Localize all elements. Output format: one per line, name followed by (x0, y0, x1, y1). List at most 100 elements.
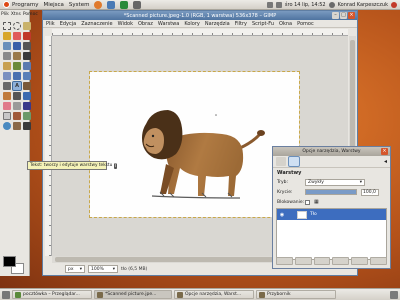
blur-icon[interactable] (3, 122, 11, 130)
mail-launcher-icon[interactable] (107, 0, 116, 9)
text-tool-icon[interactable]: A (12, 81, 22, 91)
menu-obraz[interactable]: Obraz (138, 21, 153, 27)
chain-icon[interactable] (288, 212, 294, 218)
blend-icon[interactable] (3, 92, 11, 100)
perspective-icon[interactable] (23, 72, 31, 80)
menu-okna[interactable]: Okna (279, 21, 292, 27)
color-picker-icon[interactable] (23, 42, 31, 50)
dodge-burn-icon[interactable] (23, 122, 31, 130)
layer-list[interactable]: ◉ Tło (276, 208, 387, 260)
tab-layers[interactable] (288, 156, 300, 167)
unit-select[interactable]: px ▾ (65, 265, 85, 273)
mode-value: Zwykły (308, 179, 324, 185)
crop-icon[interactable] (13, 62, 21, 70)
network-icon[interactable] (266, 1, 273, 8)
foreground-color-swatch[interactable] (3, 256, 16, 267)
menu-widok[interactable]: Widok (118, 21, 133, 27)
bucket-fill-icon[interactable] (23, 82, 31, 90)
task-scanned-picture[interactable]: *Scanned picture.jpe... (94, 290, 172, 299)
menu-programy[interactable]: Programy (3, 1, 38, 8)
task-pocztowka[interactable]: pocztówka – Przeglądar... (12, 290, 92, 299)
scale-icon[interactable] (3, 72, 11, 80)
minimize-icon[interactable]: – (332, 12, 339, 19)
show-desktop-icon[interactable] (2, 290, 10, 299)
mode-select[interactable]: Zwykły ▾ (305, 178, 365, 186)
ink-icon[interactable] (23, 102, 31, 110)
flip-icon[interactable] (3, 82, 11, 90)
smudge-icon[interactable] (13, 122, 21, 130)
perspective-clone-icon[interactable] (23, 112, 31, 120)
menu-system[interactable]: System (69, 2, 90, 8)
lock-alpha-checkbox[interactable] (305, 199, 310, 205)
zoom-icon[interactable] (3, 52, 11, 60)
rect-select-icon[interactable] (3, 22, 11, 30)
align-icon[interactable] (3, 62, 11, 70)
fuzzy-select-icon[interactable] (3, 32, 11, 40)
new-layer-button[interactable] (276, 257, 293, 265)
opacity-slider-fill (306, 190, 356, 194)
lower-layer-button[interactable] (313, 257, 331, 265)
zoom-select[interactable]: 100% ▾ (88, 265, 118, 273)
rotate-icon[interactable] (23, 62, 31, 70)
visibility-eye-icon[interactable]: ◉ (279, 212, 285, 218)
menu-narzedzia[interactable]: Narzędzia (205, 21, 230, 27)
toolbox-menu-xtns[interactable]: Xtns (11, 12, 21, 17)
user-name[interactable]: Konrad Karpeszczuk (338, 2, 388, 8)
task-layers-dialog[interactable]: Opcje narzędzia, Warst... (174, 290, 254, 299)
menu-zaznaczenie[interactable]: Zaznaczenie (81, 21, 112, 27)
image-canvas[interactable] (89, 71, 300, 218)
layer-name[interactable]: Tło (310, 212, 317, 217)
toolbox-menu-plik[interactable]: Plik (1, 12, 9, 17)
firefox-launcher-icon[interactable] (94, 0, 103, 9)
tool-grid: A (0, 18, 31, 130)
help-launcher-icon[interactable] (133, 0, 142, 9)
fg-bg-colors[interactable] (3, 256, 27, 274)
clock[interactable]: śro 14 lip, 14:52 (285, 2, 326, 8)
menu-warstwa[interactable]: Warstwa (158, 21, 179, 27)
delete-layer-button[interactable] (370, 257, 387, 265)
raise-layer-button[interactable] (294, 257, 312, 265)
horizontal-ruler[interactable] (52, 29, 348, 36)
color-select-icon[interactable] (13, 32, 21, 40)
paths-icon[interactable] (13, 42, 21, 50)
scissors-icon[interactable] (23, 32, 31, 40)
duplicate-layer-button[interactable] (332, 257, 350, 265)
toolbox-menu-pomoc[interactable]: Pomoc (23, 12, 38, 17)
maximize-icon[interactable]: □ (340, 12, 347, 19)
anchor-layer-button[interactable] (351, 257, 369, 265)
heal-icon[interactable] (13, 112, 21, 120)
vertical-ruler[interactable] (45, 36, 52, 256)
task-toolbox[interactable]: Przybornik (256, 290, 336, 299)
menu-miejsca[interactable]: Miejsca (43, 2, 63, 8)
menu-script-fu[interactable]: Script-Fu (252, 21, 274, 27)
eraser-icon[interactable] (3, 102, 11, 110)
clone-icon[interactable] (3, 112, 11, 120)
volume-icon[interactable] (275, 1, 282, 8)
power-icon[interactable] (391, 1, 397, 8)
menu-kolory[interactable]: Kolory (184, 21, 200, 27)
paintbrush-icon[interactable] (23, 92, 31, 100)
opacity-spinbox[interactable]: 100,0 (361, 188, 379, 196)
measure-icon[interactable] (13, 52, 21, 60)
lasso-icon[interactable] (23, 22, 31, 30)
dialog-close-icon[interactable]: × (381, 148, 388, 155)
airbrush-icon[interactable] (13, 102, 21, 110)
pencil-icon[interactable] (13, 92, 21, 100)
tab-menu-icon[interactable]: ◂ (384, 158, 387, 165)
move-icon[interactable] (23, 52, 31, 60)
tab-tool-options[interactable] (276, 157, 286, 166)
dialog-titlebar[interactable]: Opcje narzędzia, Warstwy × (273, 147, 390, 156)
ellipse-select-icon[interactable] (13, 22, 21, 30)
close-icon[interactable]: × (348, 12, 355, 19)
menu-edycja[interactable]: Edycja (60, 21, 77, 27)
layer-row[interactable]: ◉ Tło (277, 209, 386, 220)
foreground-select-icon[interactable] (3, 42, 11, 50)
menu-plik[interactable]: Plik (46, 21, 55, 27)
opacity-slider[interactable] (305, 189, 357, 195)
trash-icon[interactable] (390, 290, 398, 299)
menu-filtry[interactable]: Filtry (235, 21, 247, 27)
shear-icon[interactable] (13, 72, 21, 80)
image-window-titlebar[interactable]: *Scanned picture.jpeg-1.0 (RGB, 1 warstw… (43, 11, 357, 20)
menu-pomoc[interactable]: Pomoc (297, 21, 314, 27)
calc-launcher-icon[interactable] (120, 0, 129, 9)
